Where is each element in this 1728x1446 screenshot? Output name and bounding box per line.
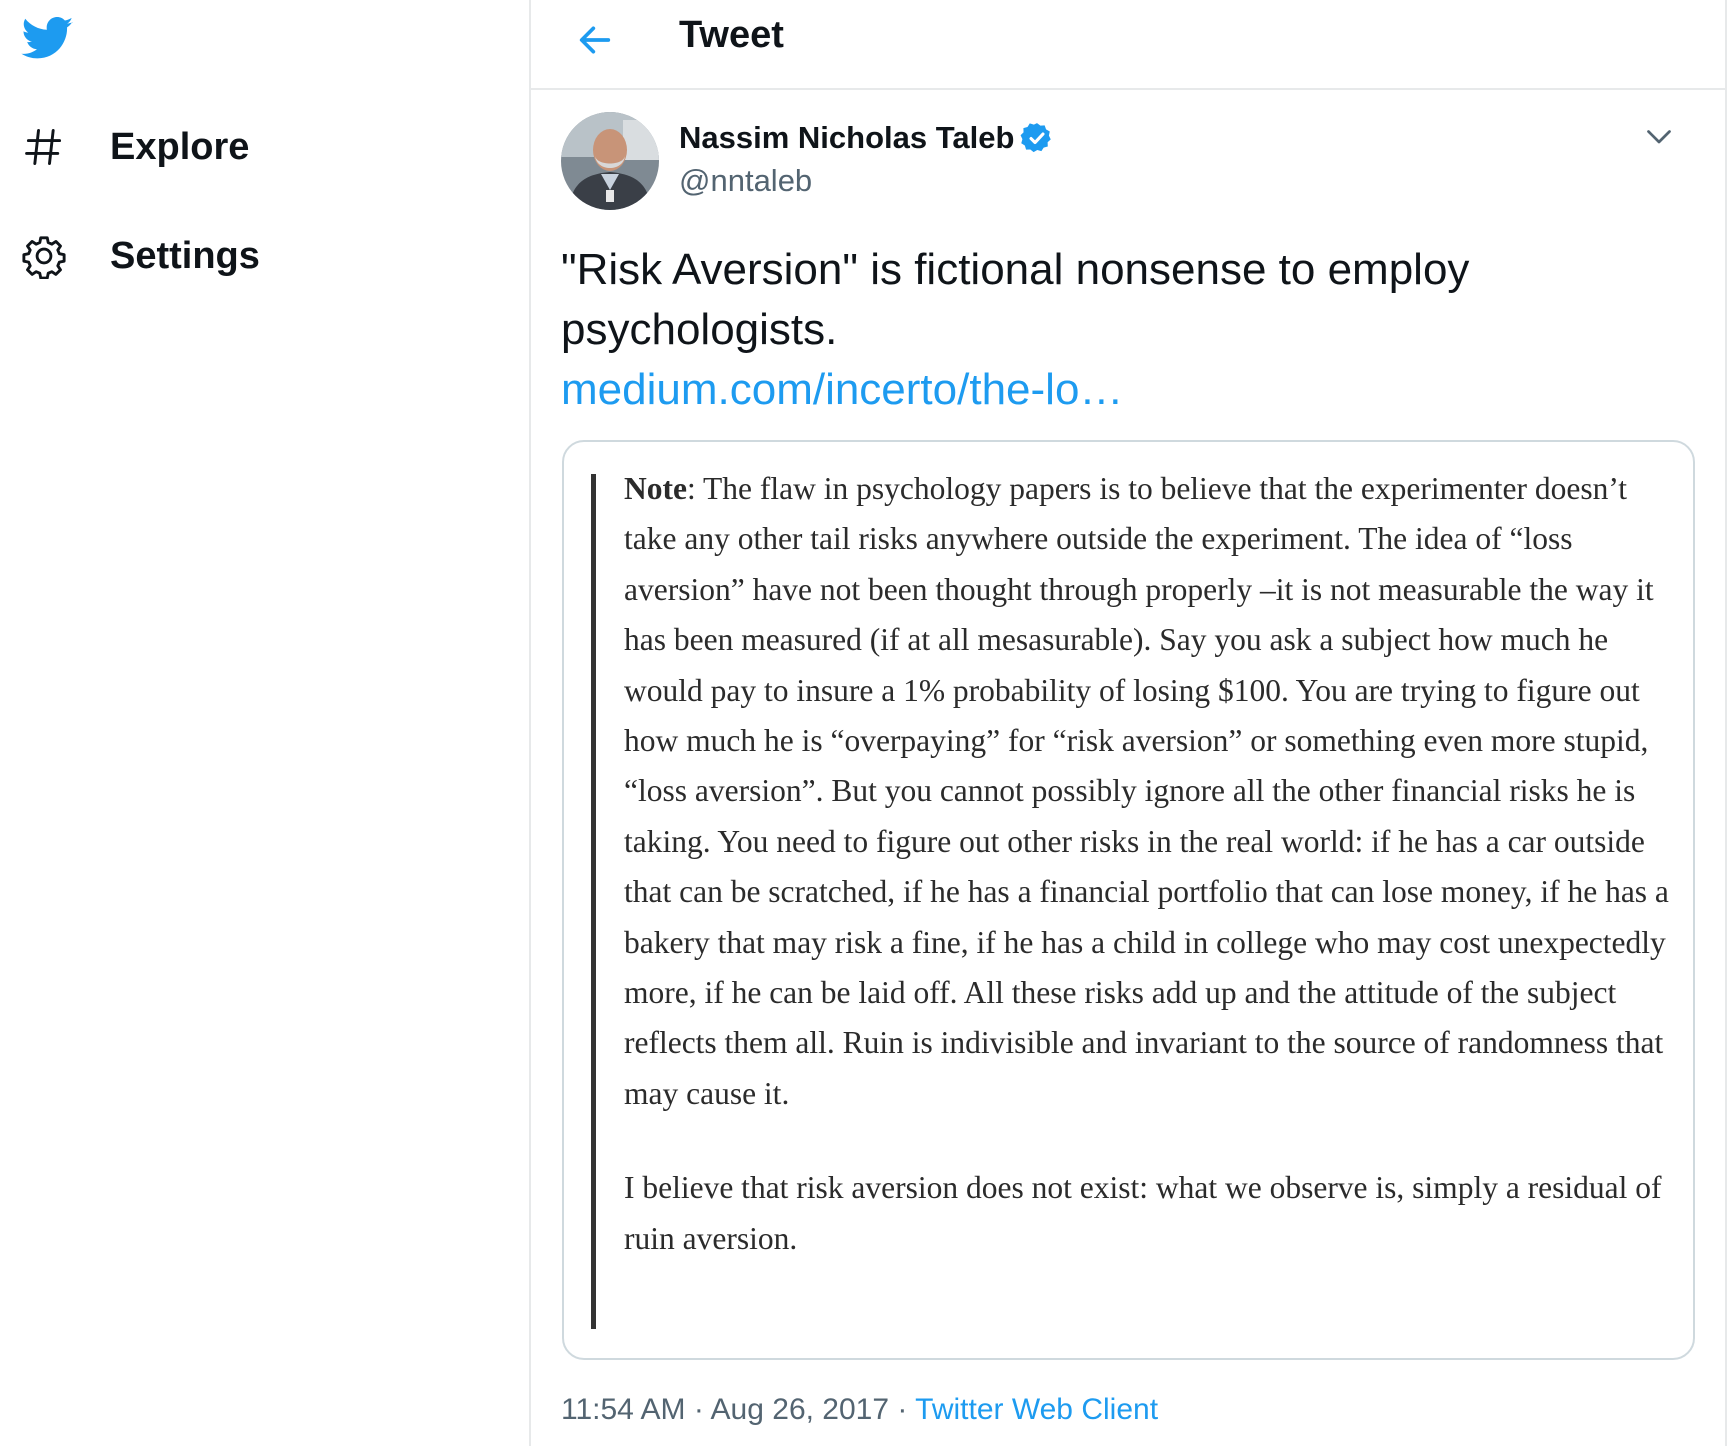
- author-name-text: Nassim Nicholas Taleb: [679, 120, 1015, 155]
- quote-bar: [591, 474, 596, 1329]
- gear-icon: [20, 232, 68, 280]
- verified-badge-icon: [1020, 123, 1052, 153]
- tweet-text: "Risk Aversion" is fictional nonsense to…: [561, 240, 1661, 420]
- tweet-link[interactable]: medium.com/incerto/the-lo…: [561, 365, 1123, 414]
- avatar[interactable]: [561, 112, 659, 210]
- tweet-client-link[interactable]: Twitter Web Client: [915, 1393, 1158, 1426]
- sidebar-item-label: Settings: [110, 234, 260, 277]
- tweet-date[interactable]: Aug 26, 2017: [711, 1393, 890, 1426]
- tweet-meta: 11:54 AM · Aug 26, 2017 · Twitter Web Cl…: [561, 1393, 1158, 1427]
- tweet-detail-column: Tweet Nassim Nicholas Taleb @nntaleb "Ri…: [529, 0, 1727, 1446]
- quote-text: Note: The flaw in psychology papers is t…: [624, 464, 1684, 1264]
- tweet-time[interactable]: 11:54 AM: [561, 1393, 686, 1426]
- tweet-body: "Risk Aversion" is fictional nonsense to…: [561, 245, 1470, 354]
- separator: ·: [685, 1393, 711, 1426]
- twitter-bird-icon[interactable]: [18, 12, 78, 64]
- back-button[interactable]: [571, 16, 619, 64]
- quote-paragraph-text: : The flaw in psychology papers is to be…: [624, 471, 1669, 1111]
- hashtag-icon: [20, 123, 68, 171]
- chevron-down-icon[interactable]: [1641, 118, 1677, 154]
- page-title: Tweet: [679, 14, 784, 56]
- author-handle[interactable]: @nntaleb: [679, 163, 812, 199]
- back-arrow-icon: [579, 26, 611, 54]
- quote-paragraph: I believe that risk aversion does not ex…: [624, 1170, 1662, 1256]
- quote-paragraph: Note: The flaw in psychology papers is t…: [624, 464, 1684, 1119]
- sidebar: Explore Settings: [0, 0, 528, 1446]
- sidebar-item-settings[interactable]: Settings: [20, 226, 260, 286]
- sidebar-item-explore[interactable]: Explore: [20, 117, 249, 177]
- sidebar-item-label: Explore: [110, 125, 250, 168]
- header: Tweet: [531, 0, 1725, 90]
- separator: ·: [889, 1393, 916, 1426]
- note-label: Note: [624, 471, 687, 506]
- author-name[interactable]: Nassim Nicholas Taleb: [679, 120, 1054, 156]
- link-card[interactable]: Note: The flaw in psychology papers is t…: [562, 440, 1695, 1360]
